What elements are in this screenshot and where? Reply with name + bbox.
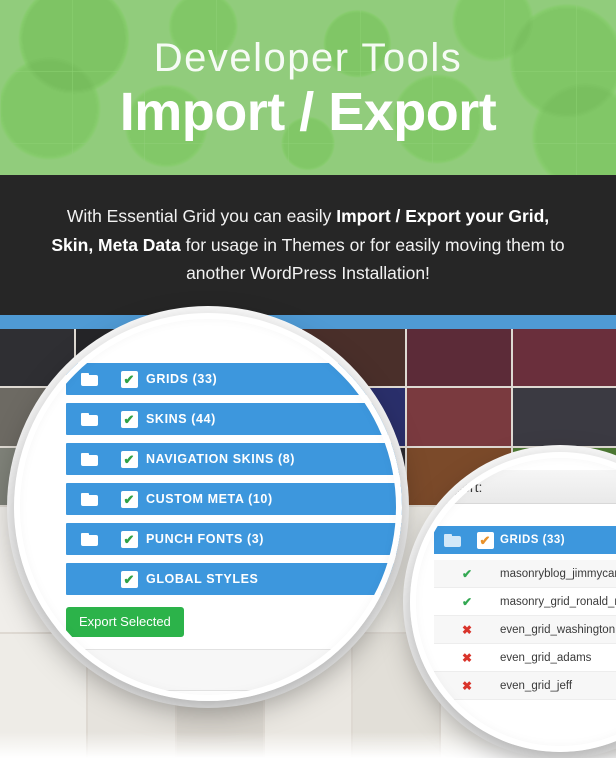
excluded-icon[interactable]: ✖ xyxy=(434,624,500,636)
description-part-2: for usage in Themes or for easily moving… xyxy=(180,234,565,284)
check-icon: ✔ xyxy=(120,370,138,388)
export-row-grids[interactable]: ✔ GRIDS (33) xyxy=(66,363,402,395)
folder-icon xyxy=(66,532,112,546)
check-icon: ✔ xyxy=(476,531,494,549)
list-item-label: even_grid_adams xyxy=(500,651,592,664)
hero-eyebrow: Developer Tools xyxy=(153,36,463,81)
hero-banner: Developer Tools Import / Export xyxy=(0,0,616,175)
export-checkbox-skins[interactable]: ✔ xyxy=(112,410,146,428)
check-icon: ✔ xyxy=(120,410,138,428)
export-checkbox-global-styles[interactable]: ✔ xyxy=(112,570,146,588)
check-icon: ✔ xyxy=(120,530,138,548)
export-checkbox-grids[interactable]: ✔ xyxy=(112,370,146,388)
page-root: Developer Tools Import / Export With Ess… xyxy=(0,0,616,758)
detail-panel: Export: ✔ GRIDS (33) ✔ masonryblog_jimmy… xyxy=(420,470,616,700)
folder-icon xyxy=(66,492,112,506)
check-icon: ✔ xyxy=(120,490,138,508)
detail-group-checkbox[interactable]: ✔ xyxy=(470,531,500,549)
export-row-skins[interactable]: ✔ SKINS (44) xyxy=(66,403,402,435)
export-panel-footer xyxy=(56,649,402,691)
export-row-label: PUNCH FONTS (3) xyxy=(146,532,265,546)
export-selected-button[interactable]: Export Selected xyxy=(66,607,184,637)
folder-open-icon xyxy=(434,533,470,547)
list-item-label: even_grid_washington xyxy=(500,623,616,636)
export-row-global-styles[interactable]: ✔ GLOBAL STYLES xyxy=(66,563,402,595)
excluded-icon[interactable]: ✖ xyxy=(434,680,500,692)
included-icon[interactable]: ✔ xyxy=(434,568,500,580)
description-part-1: With Essential Grid you can easily xyxy=(66,206,337,227)
check-icon: ✔ xyxy=(120,570,138,588)
export-row-label: GRIDS (33) xyxy=(146,372,218,386)
description-band: With Essential Grid you can easily Impor… xyxy=(0,175,616,315)
page-title: Import / Export xyxy=(119,82,497,143)
export-row-label: GLOBAL STYLES xyxy=(146,572,259,586)
list-item[interactable]: ✖ even_grid_jeff xyxy=(434,672,616,700)
list-item-label: masonry_grid_ronald_reag xyxy=(500,595,616,608)
check-icon: ✔ xyxy=(120,450,138,468)
list-item[interactable]: ✖ even_grid_adams xyxy=(434,644,616,672)
list-item-label: even_grid_jeff xyxy=(500,679,573,692)
folder-icon xyxy=(66,452,112,466)
export-row-navigation-skins[interactable]: ✔ NAVIGATION SKINS (8) xyxy=(66,443,402,475)
export-row-punch-fonts[interactable]: ✔ PUNCH FONTS (3) xyxy=(66,523,402,555)
excluded-icon[interactable]: ✖ xyxy=(434,652,500,664)
export-checkbox-navigation-skins[interactable]: ✔ xyxy=(112,450,146,468)
list-item-label: masonryblog_jimmycarter xyxy=(500,567,616,580)
list-item[interactable]: ✖ even_grid_washington xyxy=(434,616,616,644)
export-checkbox-custom-meta[interactable]: ✔ xyxy=(112,490,146,508)
included-icon[interactable]: ✔ xyxy=(434,596,500,608)
collage-browser-bar xyxy=(0,315,616,329)
export-row-label: NAVIGATION SKINS (8) xyxy=(146,452,296,466)
detail-group-label: GRIDS (33) xyxy=(500,534,566,546)
export-row-label: CUSTOM META (10) xyxy=(146,492,273,506)
hero-text-block: Developer Tools Import / Export xyxy=(0,0,616,175)
list-item[interactable]: ✔ masonry_grid_ronald_reag xyxy=(434,588,616,616)
export-row-custom-meta[interactable]: ✔ CUSTOM META (10) xyxy=(66,483,402,515)
list-item[interactable]: ✔ masonryblog_jimmycarter xyxy=(434,560,616,588)
export-checkbox-punch-fonts[interactable]: ✔ xyxy=(112,530,146,548)
description-text: With Essential Grid you can easily Impor… xyxy=(48,202,568,287)
folder-icon xyxy=(66,412,112,426)
folder-icon xyxy=(66,372,112,386)
magnifier-export-panel: ✔ GRIDS (33) ✔ SKINS (44) ✔ NAVIGATION S… xyxy=(14,313,402,701)
detail-panel-header: Export: xyxy=(420,470,616,504)
detail-panel-title: Export: xyxy=(438,478,483,495)
detail-group-row-grids[interactable]: ✔ GRIDS (33) xyxy=(434,526,616,554)
detail-panel-body: ✔ GRIDS (33) ✔ masonryblog_jimmycarter ✔… xyxy=(420,504,616,700)
export-row-label: SKINS (44) xyxy=(146,412,216,426)
export-category-list: ✔ GRIDS (33) ✔ SKINS (44) ✔ NAVIGATION S… xyxy=(66,363,402,603)
